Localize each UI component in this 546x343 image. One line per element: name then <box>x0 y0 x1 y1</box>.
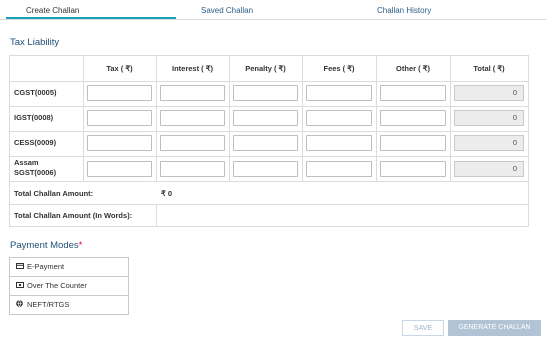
total-amount-value: ₹ 0 <box>161 189 173 198</box>
row-divider <box>10 106 528 107</box>
tab-create-challan[interactable]: Create Challan <box>26 6 79 15</box>
cess-tax-input[interactable] <box>87 135 152 151</box>
cess-interest-input[interactable] <box>160 135 225 151</box>
igst-other-input[interactable] <box>380 110 446 126</box>
tax-liability-table: Tax ( ₹) Interest ( ₹) Penalty ( ₹) Fees… <box>9 55 529 227</box>
tab-bar: Create Challan Saved Challan Challan His… <box>0 0 546 20</box>
tab-challan-history[interactable]: Challan History <box>377 6 431 15</box>
column-divider <box>83 56 84 181</box>
cgst-fees-input[interactable] <box>306 85 372 101</box>
row-label-cgst: CGST(0005) <box>14 88 57 97</box>
sgst-interest-input[interactable] <box>160 161 225 177</box>
igst-fees-input[interactable] <box>306 110 372 126</box>
payment-modes-title-text: Payment Modes <box>10 240 79 251</box>
column-header-tax: Tax ( ₹) <box>106 64 133 73</box>
column-header-penalty: Penalty ( ₹) <box>245 64 286 73</box>
column-header-total: Total ( ₹) <box>473 64 505 73</box>
save-button[interactable]: SAVE <box>402 320 444 336</box>
card-icon <box>16 259 25 277</box>
cgst-total-field: 0 <box>454 85 524 101</box>
igst-total-field: 0 <box>454 110 524 126</box>
row-label-cess: CESS(0009) <box>14 138 57 147</box>
cgst-tax-input[interactable] <box>87 85 152 101</box>
column-header-other: Other ( ₹) <box>396 64 430 73</box>
cess-total-field: 0 <box>454 135 524 151</box>
row-divider <box>10 81 528 82</box>
igst-tax-input[interactable] <box>87 110 152 126</box>
cgst-other-input[interactable] <box>380 85 446 101</box>
payment-modes-list: E-Payment Over The Counter NEFT/RTGS <box>9 257 129 315</box>
payment-mode-label: Over The Counter <box>27 281 87 290</box>
column-divider <box>376 56 377 181</box>
total-words-label: Total Challan Amount (In Words): <box>14 211 133 220</box>
tax-liability-title: Tax Liability <box>10 37 60 48</box>
active-tab-indicator <box>6 17 176 19</box>
payment-mode-label: NEFT/RTGS <box>27 300 70 309</box>
generate-challan-button[interactable]: GENERATE CHALLAN <box>448 320 541 336</box>
igst-interest-input[interactable] <box>160 110 225 126</box>
cess-fees-input[interactable] <box>306 135 372 151</box>
sgst-other-input[interactable] <box>380 161 446 177</box>
row-divider <box>10 156 528 157</box>
globe-icon <box>16 297 25 315</box>
sgst-tax-input[interactable] <box>87 161 152 177</box>
cash-icon <box>16 278 25 296</box>
payment-modes-title: Payment Modes* <box>10 240 82 251</box>
payment-mode-label: E-Payment <box>27 262 65 271</box>
column-divider <box>156 56 157 181</box>
column-header-interest: Interest ( ₹) <box>171 64 214 73</box>
tab-saved-challan[interactable]: Saved Challan <box>201 6 253 15</box>
sgst-penalty-input[interactable] <box>233 161 298 177</box>
cgst-penalty-input[interactable] <box>233 85 298 101</box>
row-label-igst: IGST(0008) <box>14 113 54 122</box>
cess-penalty-input[interactable] <box>233 135 298 151</box>
required-marker: * <box>78 240 83 251</box>
igst-penalty-input[interactable] <box>233 110 298 126</box>
column-divider <box>450 56 451 181</box>
column-header-fees: Fees ( ₹) <box>323 64 355 73</box>
row-divider <box>10 181 528 182</box>
payment-mode-neft-rtgs[interactable]: NEFT/RTGS <box>10 296 128 315</box>
payment-mode-epayment[interactable]: E-Payment <box>10 258 128 277</box>
row-divider <box>10 204 528 205</box>
payment-mode-over-the-counter[interactable]: Over The Counter <box>10 277 128 296</box>
sgst-total-field: 0 <box>454 161 524 177</box>
sgst-fees-input[interactable] <box>306 161 372 177</box>
column-divider <box>156 204 157 227</box>
cess-other-input[interactable] <box>380 135 446 151</box>
column-divider <box>229 56 230 181</box>
row-label-sgst: Assam SGST(0006) <box>14 158 57 177</box>
cgst-interest-input[interactable] <box>160 85 225 101</box>
total-amount-label: Total Challan Amount: <box>14 189 94 198</box>
column-divider <box>302 56 303 181</box>
row-divider <box>10 131 528 132</box>
